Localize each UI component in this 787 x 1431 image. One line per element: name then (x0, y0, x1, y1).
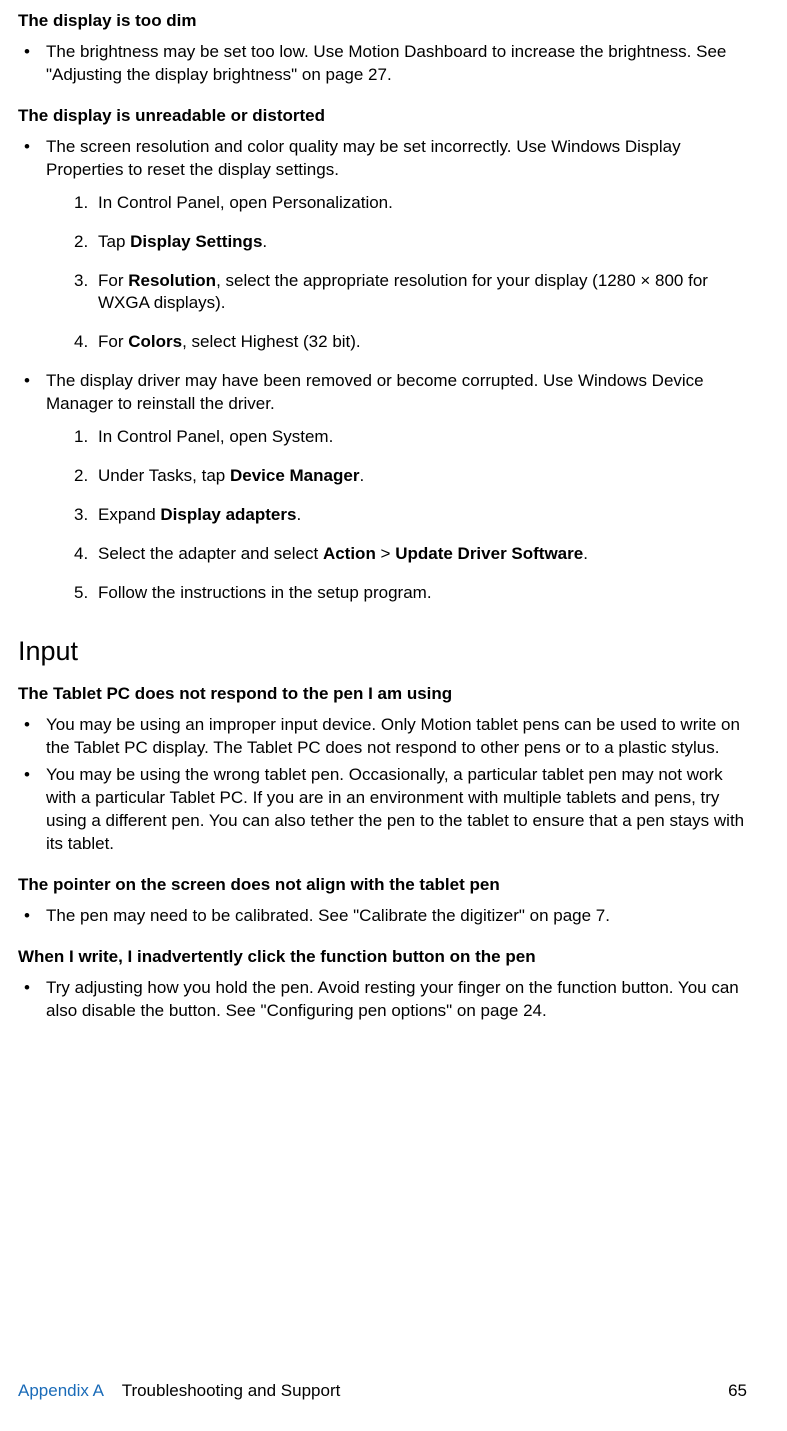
step-list: In Control Panel, open Personalization. … (74, 192, 747, 355)
bullet-text: The display driver may have been removed… (46, 371, 704, 413)
bullet-list: Try adjusting how you hold the pen. Avoi… (18, 977, 747, 1023)
step-text: . (359, 466, 364, 485)
step-text: > (376, 544, 395, 563)
step-item: Select the adapter and select Action > U… (74, 543, 747, 566)
step-text: . (296, 505, 301, 524)
ui-term: Colors (128, 332, 182, 351)
step-item: Under Tasks, tap Device Manager. (74, 465, 747, 488)
topic-heading-pointer-align: The pointer on the screen does not align… (18, 874, 747, 897)
footer-title: Troubleshooting and Support (122, 1381, 341, 1400)
step-item: For Colors, select Highest (32 bit). (74, 331, 747, 354)
page-footer: Appendix A Troubleshooting and Support 6… (18, 1380, 747, 1403)
ui-term: Display adapters (160, 505, 296, 524)
bullet-item: You may be using the wrong tablet pen. O… (18, 764, 747, 856)
step-text: Expand (98, 505, 160, 524)
step-text: Under Tasks, tap (98, 466, 230, 485)
bullet-item: Try adjusting how you hold the pen. Avoi… (18, 977, 747, 1023)
bullet-list: You may be using an improper input devic… (18, 714, 747, 856)
step-list: In Control Panel, open System. Under Tas… (74, 426, 747, 605)
topic-heading-function-button: When I write, I inadvertently click the … (18, 946, 747, 969)
step-item: In Control Panel, open System. (74, 426, 747, 449)
bullet-item: The brightness may be set too low. Use M… (18, 41, 747, 87)
bullet-list: The screen resolution and color quality … (18, 136, 747, 605)
step-item: Expand Display adapters. (74, 504, 747, 527)
step-text: . (583, 544, 588, 563)
ui-term: Resolution (128, 271, 216, 290)
step-text: For (98, 271, 128, 290)
topic-heading-unreadable: The display is unreadable or distorted (18, 105, 747, 128)
step-item: Follow the instructions in the setup pro… (74, 582, 747, 605)
step-item: For Resolution, select the appropriate r… (74, 270, 747, 316)
ui-term: Update Driver Software (395, 544, 583, 563)
footer-left: Appendix A Troubleshooting and Support (18, 1380, 340, 1403)
step-text: . (262, 232, 267, 251)
topic-heading-pen-response: The Tablet PC does not respond to the pe… (18, 683, 747, 706)
step-item: Tap Display Settings. (74, 231, 747, 254)
bullet-item: The display driver may have been removed… (18, 370, 747, 605)
appendix-link[interactable]: Appendix A (18, 1381, 103, 1400)
page-number: 65 (728, 1380, 747, 1403)
bullet-list: The pen may need to be calibrated. See "… (18, 905, 747, 928)
bullet-list: The brightness may be set too low. Use M… (18, 41, 747, 87)
ui-term: Display Settings (130, 232, 262, 251)
ui-term: Action (323, 544, 376, 563)
step-text: Select the adapter and select (98, 544, 323, 563)
step-text: , select Highest (32 bit). (182, 332, 361, 351)
step-text: For (98, 332, 128, 351)
section-heading-input: Input (18, 633, 747, 669)
topic-heading-dim: The display is too dim (18, 10, 747, 33)
step-text: Tap (98, 232, 130, 251)
bullet-text: The screen resolution and color quality … (46, 137, 681, 179)
bullet-item: The pen may need to be calibrated. See "… (18, 905, 747, 928)
step-item: In Control Panel, open Personalization. (74, 192, 747, 215)
bullet-item: The screen resolution and color quality … (18, 136, 747, 355)
bullet-item: You may be using an improper input devic… (18, 714, 747, 760)
ui-term: Device Manager (230, 466, 359, 485)
